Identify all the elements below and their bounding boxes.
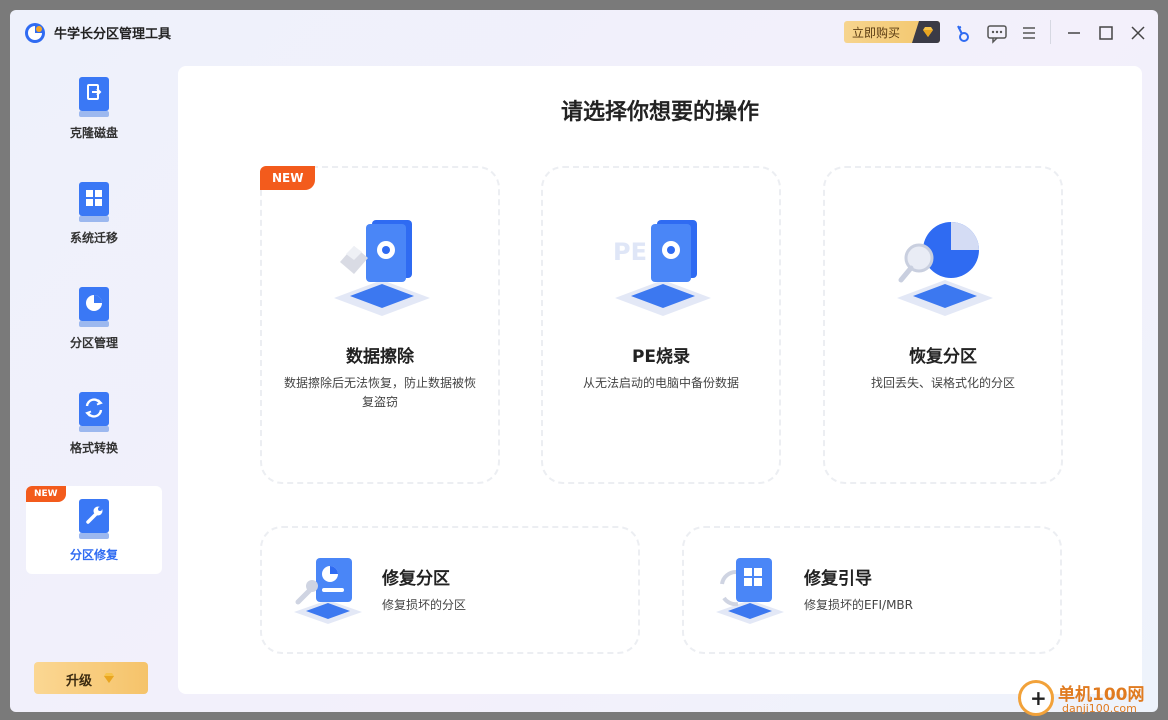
buy-now-label: 立即购买 bbox=[852, 26, 901, 40]
card-data-erase[interactable]: NEW 数据擦除 数据擦除后无法恢复，防止数据被恢复盗窃 bbox=[260, 166, 500, 484]
card-description: 数据擦除后无法恢复，防止数据被恢复盗窃 bbox=[283, 376, 476, 409]
repair-boot-icon bbox=[716, 558, 784, 624]
repair-partition-icon bbox=[294, 558, 362, 624]
card-title: PE烧录 bbox=[631, 347, 691, 367]
diamond-icon bbox=[104, 673, 114, 683]
card-title: 恢复分区 bbox=[909, 347, 977, 367]
app-logo-icon bbox=[25, 23, 45, 43]
title-bar: 牛学长分区管理工具 立即购买 bbox=[10, 10, 1158, 56]
svg-text:PE: PE bbox=[613, 238, 647, 266]
diamond-icon bbox=[912, 21, 940, 43]
sidebar-item-format-convert[interactable]: 格式转换 bbox=[26, 391, 162, 479]
sidebar-item-label: 系统迁移 bbox=[69, 231, 118, 245]
card-description: 修复损坏的EFI/MBR bbox=[804, 598, 913, 612]
main-panel: 请选择你想要的操作 NEW 数据擦除 数据擦除后无法恢复，防止数据被恢复盗窃 P… bbox=[178, 66, 1142, 694]
app-title: 牛学长分区管理工具 bbox=[54, 27, 172, 42]
upgrade-label: 升级 bbox=[66, 674, 93, 689]
minimize-icon[interactable] bbox=[1063, 22, 1085, 44]
format-convert-icon bbox=[79, 392, 109, 432]
sidebar-item-clone-disk[interactable]: 克隆磁盘 bbox=[26, 76, 162, 164]
clone-disk-icon bbox=[79, 77, 109, 117]
watermark-url: danji100.com bbox=[1062, 702, 1137, 715]
app-window: 牛学长分区管理工具 立即购买 克隆磁盘 系统迁移 分区管理 格式转换 NEW 分… bbox=[10, 10, 1158, 712]
upgrade-button[interactable]: 升级 bbox=[34, 662, 148, 694]
sidebar-item-system-migrate[interactable]: 系统迁移 bbox=[26, 181, 162, 269]
sidebar-item-partition-repair[interactable]: NEW 分区修复 bbox=[26, 486, 162, 574]
buy-now-button[interactable]: 立即购买 bbox=[844, 21, 940, 43]
card-repair-partition[interactable]: 修复分区 修复损坏的分区 bbox=[260, 526, 640, 654]
partition-repair-icon bbox=[79, 499, 109, 539]
card-description: 从无法启动的电脑中备份数据 bbox=[582, 376, 739, 390]
card-title: 修复引导 bbox=[804, 569, 872, 589]
watermark-logo-icon: + bbox=[1018, 680, 1054, 716]
sidebar-item-label: 克隆磁盘 bbox=[69, 126, 118, 140]
sidebar-item-partition-manage[interactable]: 分区管理 bbox=[26, 286, 162, 374]
watermark: + 单机100网 danji100.com bbox=[1018, 678, 1168, 720]
recover-partition-icon bbox=[897, 222, 993, 316]
maximize-icon[interactable] bbox=[1095, 22, 1117, 44]
card-repair-boot[interactable]: 修复引导 修复损坏的EFI/MBR bbox=[682, 526, 1062, 654]
card-title: 修复分区 bbox=[382, 569, 450, 589]
card-pe-burn[interactable]: PE PE烧录 从无法启动的电脑中备份数据 bbox=[541, 166, 781, 484]
close-icon[interactable] bbox=[1127, 22, 1149, 44]
menu-icon[interactable] bbox=[1018, 22, 1040, 44]
pe-burn-icon: PE bbox=[613, 220, 711, 316]
partition-manage-icon bbox=[79, 287, 109, 327]
feedback-icon[interactable] bbox=[986, 22, 1008, 44]
sidebar-item-label: 分区修复 bbox=[69, 548, 118, 562]
title-bar-divider bbox=[1050, 20, 1051, 44]
new-badge: NEW bbox=[260, 166, 316, 190]
new-badge: NEW bbox=[26, 486, 66, 502]
sidebar-item-label: 格式转换 bbox=[69, 441, 118, 455]
sidebar-item-label: 分区管理 bbox=[69, 336, 118, 350]
system-migrate-icon bbox=[79, 182, 109, 222]
card-recover-partition[interactable]: 恢复分区 找回丢失、误格式化的分区 bbox=[823, 166, 1063, 484]
card-description: 修复损坏的分区 bbox=[382, 598, 467, 612]
key-icon[interactable] bbox=[952, 22, 974, 44]
data-erase-icon bbox=[334, 220, 430, 316]
card-title: 数据擦除 bbox=[346, 347, 414, 367]
page-title: 请选择你想要的操作 bbox=[560, 100, 759, 125]
card-description: 找回丢失、误格式化的分区 bbox=[870, 376, 1015, 390]
